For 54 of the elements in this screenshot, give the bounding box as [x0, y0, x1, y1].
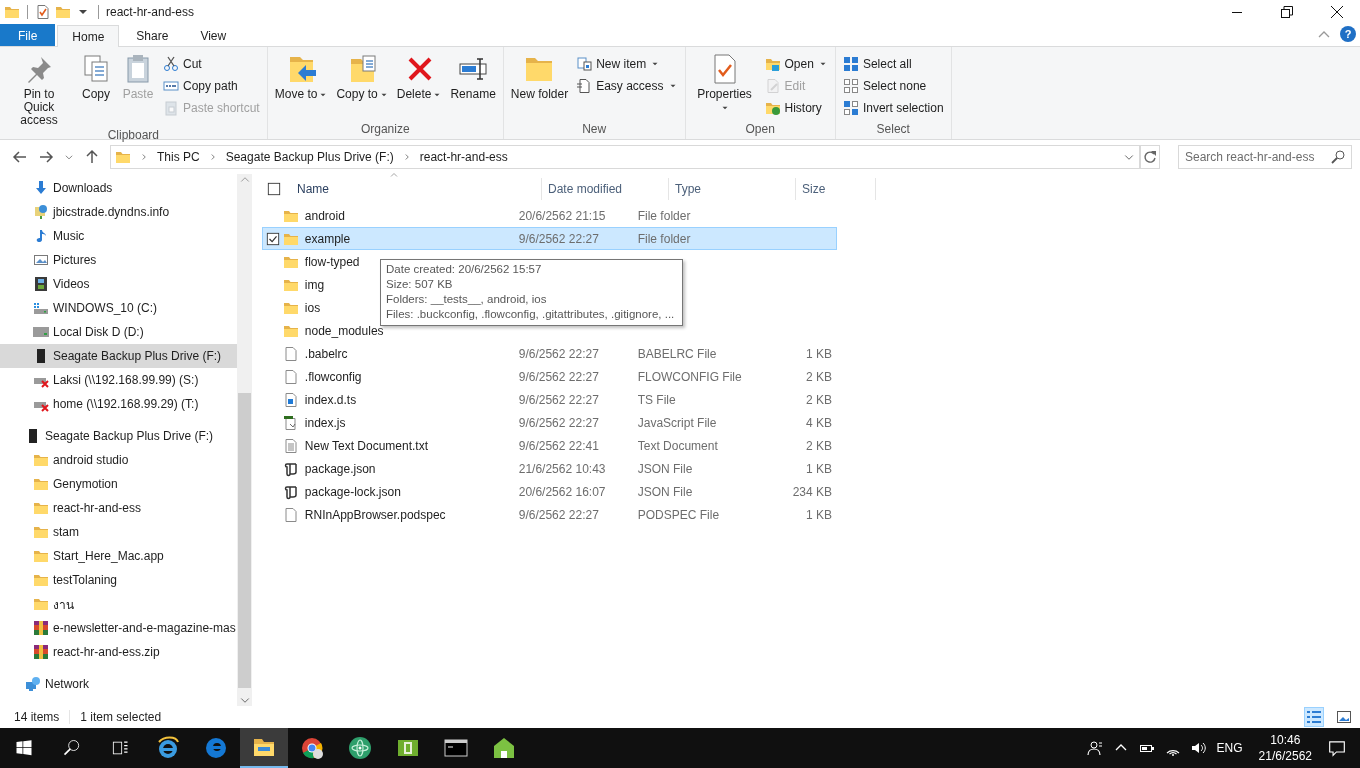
file-name: index.d.ts: [304, 392, 357, 407]
date-modified: 9/6/2562 22:27: [518, 392, 599, 407]
file-size: 1 KB: [806, 507, 832, 522]
file-size: 4 KB: [806, 415, 832, 430]
date-modified: 9/6/2562 22:41: [518, 438, 599, 453]
file-name: flow-typed: [304, 254, 360, 269]
date-modified: 20/6/2562 21:15: [518, 208, 606, 223]
group-label: Open: [744, 121, 776, 138]
selection-count: 1 item selected: [80, 710, 162, 724]
group-label: New: [581, 121, 608, 138]
date-modified: 9/6/2562 22:27: [518, 415, 599, 430]
file-size: 2 KB: [806, 392, 832, 407]
date-modified: 9/6/2562 22:27: [518, 369, 599, 384]
file-size: 1 KB: [806, 461, 832, 476]
date-modified: 9/6/2562 22:27: [518, 346, 599, 361]
file-name: RNInAppBrowser.podspec: [304, 507, 446, 522]
date-modified: 21/6/2562 10:43: [518, 461, 606, 476]
file-name: example: [304, 231, 351, 246]
file-name: .flowconfig: [304, 369, 362, 384]
tooltip-line: Size: 507 KB: [386, 277, 454, 292]
file-type: File folder: [637, 231, 691, 246]
date-modified: 20/6/2562 16:07: [518, 484, 606, 499]
file-name: New Text Document.txt: [304, 438, 428, 453]
file-type: JSON File: [637, 461, 693, 476]
group-label: Select: [875, 121, 911, 138]
file-name: package-lock.json: [304, 484, 401, 499]
file-size: 2 KB: [806, 438, 832, 453]
file-size: 1 KB: [806, 346, 832, 361]
window-title: react-hr-and-ess: [106, 5, 195, 19]
file-size: 234 KB: [792, 484, 832, 499]
date-modified: 9/6/2562 22:27: [518, 507, 599, 522]
group-label: Organize: [359, 121, 411, 138]
group-label: Clipboard: [106, 127, 161, 143]
file-name: index.js: [304, 415, 346, 430]
file-name: node_modules: [304, 323, 384, 338]
file-name: ios: [304, 300, 321, 315]
file-type: JavaScript File: [637, 415, 717, 430]
file-size: 2 KB: [806, 369, 832, 384]
file-type: Text Document: [637, 438, 718, 453]
date-modified: 9/6/2562 22:27: [518, 231, 599, 246]
tooltip-line: Files: .buckconfig, .flowconfig, .gitattributes, .gitignore, ...: [386, 307, 675, 322]
file-type: TS File: [637, 392, 676, 407]
item-count: 14 items: [14, 710, 60, 724]
file-type: BABELRC File: [637, 346, 717, 361]
file-type: JSON File: [637, 484, 693, 499]
file-type: File folder: [637, 208, 691, 223]
file-type: FLOWCONFIG File: [637, 369, 742, 384]
file-name: android: [304, 208, 345, 223]
file-name: img: [304, 277, 325, 292]
tooltip-line: Date created: 20/6/2562 15:57: [386, 262, 543, 277]
tooltip-line: Folders: __tests__, android, ios: [386, 292, 548, 307]
file-name: package.json: [304, 461, 376, 476]
file-name: .babelrc: [304, 346, 348, 361]
file-type: PODSPEC File: [637, 507, 720, 522]
